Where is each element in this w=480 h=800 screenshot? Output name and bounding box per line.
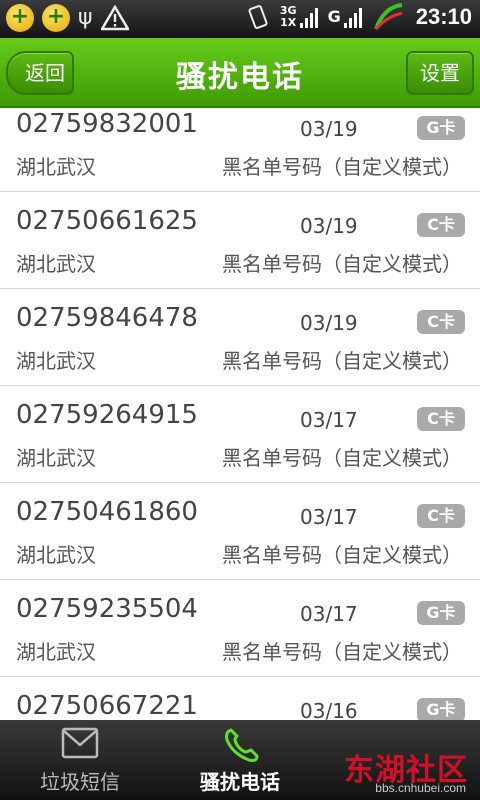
block-reason: 黑名单号码（自定义模式） (222, 349, 462, 373)
call-date: 03/16 (300, 699, 358, 720)
envelope-icon (61, 727, 99, 759)
vibrate-icon (248, 5, 268, 29)
phone-icon (225, 728, 259, 762)
sim-card-badge: G卡 (417, 698, 465, 720)
warning-icon (100, 5, 129, 31)
tab-harassment-calls-label: 骚扰电话 (200, 770, 280, 794)
call-date: 03/19 (300, 214, 358, 238)
watermark-url: bbs.cnhubei.com (375, 781, 466, 795)
table-row[interactable]: 02750667221 03/16 G卡 (0, 677, 480, 720)
title-bar: 返回 骚扰电话 设置 (0, 38, 480, 108)
number-location: 湖北武汉 (16, 252, 96, 276)
block-reason: 黑名单号码（自定义模式） (222, 640, 462, 664)
table-row[interactable]: 02759846478 03/19 C卡 湖北武汉 黑名单号码（自定义模式） (0, 289, 480, 386)
sim-card-badge: C卡 (417, 504, 465, 528)
signal-bars-icon (299, 6, 318, 28)
g-network-indicator: G (328, 6, 362, 28)
call-date: 03/17 (300, 602, 358, 626)
battery-charging-icon (373, 3, 403, 30)
number-location: 湖北武汉 (16, 155, 96, 179)
clock: 23:10 (415, 4, 472, 29)
table-row[interactable]: 02750661625 03/19 C卡 湖北武汉 黑名单号码（自定义模式） (0, 192, 480, 289)
network-1x-label: 1X (280, 16, 297, 29)
plus-badge-icon: + (42, 4, 70, 32)
table-row[interactable]: 02759235504 03/17 G卡 湖北武汉 黑名单号码（自定义模式） (0, 580, 480, 677)
signal-bars-g-icon (343, 6, 362, 28)
phone-number: 02750667221 (16, 691, 198, 720)
sim-card-badge: C卡 (417, 310, 465, 334)
harassment-call-list[interactable]: 02759832001 03/19 G卡 湖北武汉 黑名单号码（自定义模式） 0… (0, 110, 480, 720)
tab-harassment-calls[interactable]: 骚扰电话 (160, 720, 320, 800)
call-date: 03/17 (300, 408, 358, 432)
table-row[interactable]: 02759264915 03/17 C卡 湖北武汉 黑名单号码（自定义模式） (0, 386, 480, 483)
sim-card-badge: C卡 (417, 213, 465, 237)
forum-watermark: 东湖社区 bbs.cnhubei.com (302, 745, 472, 795)
sim-card-badge: G卡 (417, 116, 465, 140)
status-right-icons: 3G 1X G 23:10 (246, 3, 472, 31)
phone-number: 02750661625 (16, 206, 198, 236)
phone-number: 02759264915 (16, 400, 198, 430)
network-g-label: G (327, 7, 341, 26)
table-row[interactable]: 02759832001 03/19 G卡 湖北武汉 黑名单号码（自定义模式） (0, 110, 480, 192)
sim-card-badge: C卡 (417, 407, 465, 431)
number-location: 湖北武汉 (16, 640, 96, 664)
sim-card-badge: G卡 (417, 601, 465, 625)
status-left-icons: + + ψ (6, 4, 129, 32)
phone-number: 02759832001 (16, 110, 198, 139)
call-date: 03/17 (300, 505, 358, 529)
phone-number: 02759235504 (16, 594, 198, 624)
tab-spam-sms[interactable]: 垃圾短信 (0, 720, 160, 800)
phone-number: 02750461860 (16, 497, 198, 527)
block-reason: 黑名单号码（自定义模式） (222, 155, 462, 179)
block-reason: 黑名单号码（自定义模式） (222, 252, 462, 276)
number-location: 湖北武汉 (16, 543, 96, 567)
number-location: 湖北武汉 (16, 349, 96, 373)
block-reason: 黑名单号码（自定义模式） (222, 446, 462, 470)
usb-icon: ψ (78, 5, 93, 30)
app-badge-icon: + (6, 4, 34, 32)
table-row[interactable]: 02750461860 03/17 C卡 湖北武汉 黑名单号码（自定义模式） (0, 483, 480, 580)
status-bar: + + ψ 3G 1X G 23:10 (0, 0, 480, 38)
settings-button[interactable]: 设置 (406, 51, 474, 95)
block-reason: 黑名单号码（自定义模式） (222, 543, 462, 567)
call-date: 03/19 (300, 117, 358, 141)
number-location: 湖北武汉 (16, 446, 96, 470)
dual-network-indicator: 3G 1X (280, 5, 318, 29)
call-list-inner: 02759832001 03/19 G卡 湖北武汉 黑名单号码（自定义模式） 0… (0, 110, 480, 720)
call-date: 03/19 (300, 311, 358, 335)
phone-number: 02759846478 (16, 303, 198, 333)
tab-spam-sms-label: 垃圾短信 (40, 770, 120, 794)
